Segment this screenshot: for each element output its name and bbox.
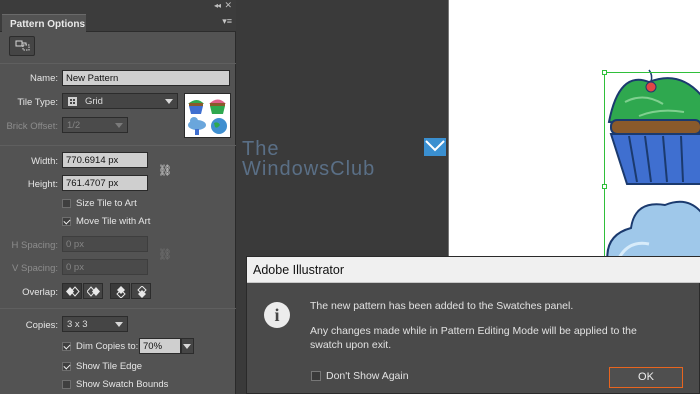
v-spacing-label: V Spacing: (12, 263, 58, 274)
name-label: Name: (30, 73, 58, 84)
dim-copies-checkbox[interactable] (62, 342, 71, 351)
show-swatch-bounds-checkbox[interactable] (62, 380, 71, 389)
grid-tile-icon (68, 97, 77, 106)
chevron-down-icon (165, 99, 173, 104)
h-spacing-label: H Spacing: (11, 240, 58, 251)
v-spacing-field[interactable]: 0 px (62, 259, 148, 275)
link-proportions-icon[interactable]: ⛓ (158, 164, 172, 177)
h-spacing-field[interactable]: 0 px (62, 236, 148, 252)
dim-copies-label: Dim Copies to: (76, 341, 139, 352)
right-in-front-button[interactable] (83, 283, 103, 299)
brick-offset-value: 1/2 (67, 120, 81, 131)
selection-handle[interactable] (602, 70, 607, 75)
size-tile-to-art-label: Size Tile to Art (76, 198, 137, 209)
tab-pattern-options[interactable]: Pattern Options (2, 14, 86, 32)
right-in-front-icon (87, 286, 100, 297)
panel-divider (0, 63, 236, 64)
link-spacing-icon[interactable]: ⛓ (158, 248, 172, 261)
top-in-front-button[interactable] (110, 283, 130, 299)
overlap-label: Overlap: (22, 287, 58, 298)
copies-value: 3 x 3 (67, 319, 88, 330)
panel-menu-icon[interactable]: ▾≡ (222, 16, 232, 27)
copies-dropdown[interactable]: 3 x 3 (62, 316, 128, 332)
dont-show-again-checkbox[interactable] (311, 371, 321, 381)
width-label: Width: (31, 156, 58, 167)
width-field[interactable]: 770.6914 px (62, 152, 148, 168)
height-label: Height: (27, 179, 58, 190)
selection-handle[interactable] (602, 184, 607, 189)
pattern-preview-thumbnail (184, 93, 231, 138)
height-field[interactable]: 761.4707 px (62, 175, 148, 191)
show-swatch-bounds-label: Show Swatch Bounds (76, 379, 169, 390)
close-panel-icon[interactable]: ✕ (224, 0, 232, 11)
move-tile-with-art-label: Move Tile with Art (76, 216, 151, 227)
tile-type-value: Grid (85, 96, 103, 107)
dialog-message-1: The new pattern has been added to the Sw… (310, 300, 574, 312)
chevron-down-icon (115, 322, 123, 327)
pattern-tile-tool-icon (15, 40, 30, 51)
left-in-front-button[interactable] (62, 283, 82, 299)
chevron-down-icon (183, 344, 191, 349)
dim-copies-dropdown[interactable] (181, 338, 194, 354)
show-tile-edge-label: Show Tile Edge (76, 361, 143, 372)
dialog-message-2a: Any changes made while in Pattern Editin… (310, 325, 637, 337)
top-in-front-icon (116, 286, 126, 298)
pattern-options-panel: ◂◂ ✕ Pattern Options ▾≡ Name: New Patter… (0, 0, 236, 394)
windowsclub-logo-icon (424, 138, 446, 156)
info-icon: i (264, 302, 290, 328)
tile-type-label: Tile Type: (17, 97, 58, 108)
brick-offset-dropdown[interactable]: 1/2 (62, 117, 128, 133)
brick-offset-label: Brick Offset: (6, 121, 58, 132)
dialog-title: Adobe Illustrator (247, 257, 700, 283)
copies-label: Copies: (25, 320, 58, 331)
panel-tab-bar: Pattern Options ▾≡ (0, 12, 236, 32)
bottom-in-front-button[interactable] (131, 283, 151, 299)
panel-divider (0, 308, 236, 309)
dim-copies-field[interactable]: 70% (139, 338, 181, 354)
pattern-name-field[interactable]: New Pattern (62, 70, 230, 86)
watermark-line2: WindowsClub (242, 158, 376, 180)
show-tile-edge-checkbox[interactable] (62, 362, 71, 371)
pattern-tile-tool-button[interactable] (9, 36, 35, 56)
adobe-illustrator-dialog: Adobe Illustrator i The new pattern has … (246, 256, 700, 394)
left-in-front-icon (66, 286, 80, 297)
ok-button[interactable]: OK (609, 367, 683, 388)
bottom-in-front-icon (137, 286, 147, 298)
dont-show-again-label: Don't Show Again (326, 370, 409, 382)
chevron-down-icon (115, 123, 123, 128)
panel-top-bar: ◂◂ ✕ (0, 0, 236, 12)
size-tile-to-art-checkbox[interactable] (62, 199, 71, 208)
collapse-panel-icon[interactable]: ◂◂ (214, 1, 221, 10)
dialog-message-2b: swatch upon exit. (310, 339, 392, 351)
move-tile-with-art-checkbox[interactable] (62, 217, 71, 226)
tile-type-dropdown[interactable]: Grid (62, 93, 178, 109)
panel-divider (0, 145, 236, 146)
